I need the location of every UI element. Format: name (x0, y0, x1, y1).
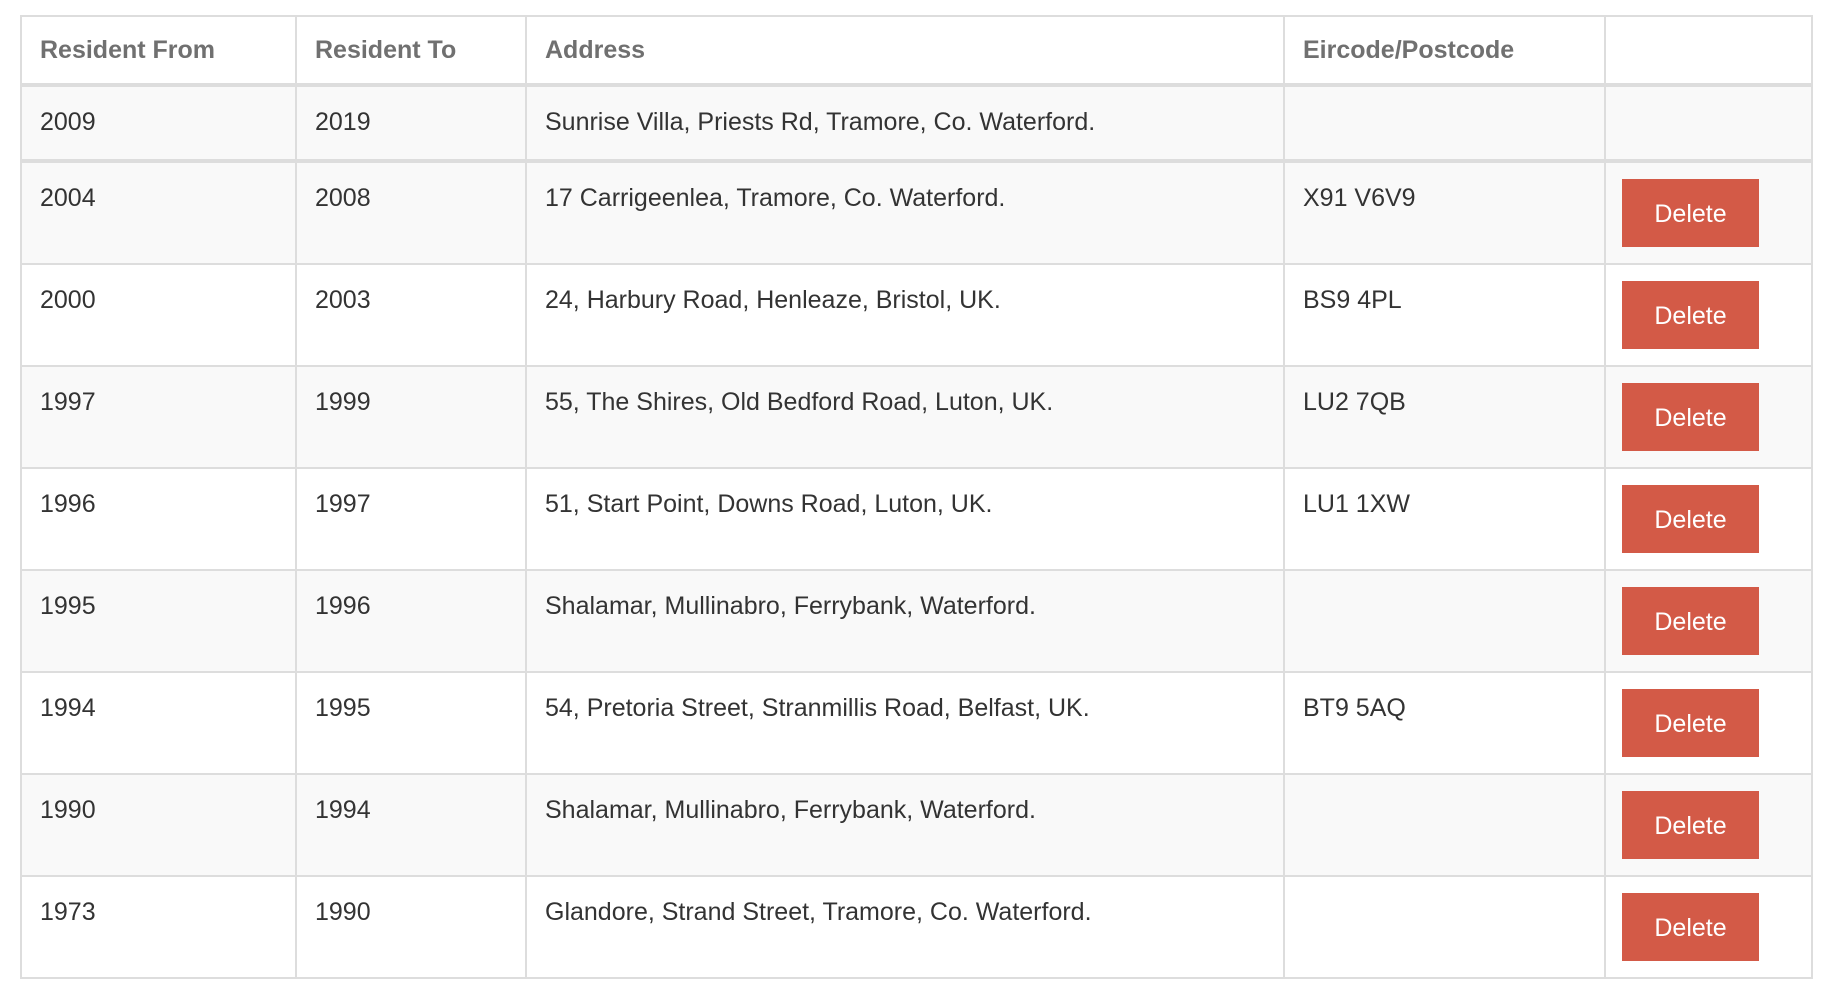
table-row: 2000 2003 24, Harbury Road, Henleaze, Bris… (20, 263, 1813, 367)
header-address: Address (525, 15, 1285, 87)
header-resident-to: Resident To (295, 15, 527, 87)
address: 54, Pretoria Street, Stranmillis Road, B… (525, 671, 1285, 775)
address: 51, Start Point, Downs Road, Luton, UK. (525, 467, 1285, 571)
address: 17 Carrigeenlea, Tramore, Co. Waterford. (525, 160, 1285, 265)
resident-to: 1999 (295, 365, 527, 469)
delete-button[interactable]: Delete (1622, 383, 1759, 451)
actions-cell: Delete (1604, 263, 1813, 367)
delete-button[interactable]: Delete (1622, 281, 1759, 349)
resident-from: 1996 (20, 467, 297, 571)
resident-from: 2004 (20, 160, 297, 265)
resident-to: 2003 (295, 263, 527, 367)
delete-button[interactable]: Delete (1622, 791, 1759, 859)
header-resident-from: Resident From (20, 15, 297, 87)
table-row: 1995 1996 Shalamar, Mullinabro, Ferrybank,… (20, 569, 1813, 673)
resident-to: 1997 (295, 467, 527, 571)
actions-cell: Delete (1604, 671, 1813, 775)
resident-to: 1995 (295, 671, 527, 775)
address: 24, Harbury Road, Henleaze, Bristol, UK. (525, 263, 1285, 367)
resident-from: 1990 (20, 773, 297, 877)
actions-cell: Delete (1604, 569, 1813, 673)
resident-from: 2009 (20, 84, 297, 163)
table-row: 1994 1995 54, Pretoria Street, Stranmillis… (20, 671, 1813, 775)
header-row: Resident From Resident To Address Eircod… (20, 15, 1813, 87)
resident-to: 2008 (295, 160, 527, 265)
resident-from: 2000 (20, 263, 297, 367)
address: Shalamar, Mullinabro, Ferrybank, Waterfo… (525, 773, 1285, 877)
postcode: LU1 1XW (1283, 467, 1606, 571)
delete-button[interactable]: Delete (1622, 689, 1759, 757)
resident-from: 1995 (20, 569, 297, 673)
address: Glandore, Strand Street, Tramore, Co. Wa… (525, 875, 1285, 979)
delete-button[interactable]: Delete (1622, 485, 1759, 553)
table-row: 1973 1990 Glandore, Strand Street, Tramore… (20, 875, 1813, 979)
address: 55, The Shires, Old Bedford Road, Luton,… (525, 365, 1285, 469)
table-row: 1990 1994 Shalamar, Mullinabro, Ferrybank,… (20, 773, 1813, 877)
table-row: 1997 1999 55, The Shires, Old Bedford Road… (20, 365, 1813, 469)
resident-to: 1990 (295, 875, 527, 979)
resident-from: 1997 (20, 365, 297, 469)
actions-cell: Delete (1604, 160, 1813, 265)
postcode: X91 V6V9 (1283, 160, 1606, 265)
address: Shalamar, Mullinabro, Ferrybank, Waterfo… (525, 569, 1285, 673)
table-row: 2004 2008 17 Carrigeenlea, Tramore, Co. Wa… (20, 160, 1813, 265)
delete-button[interactable]: Delete (1622, 179, 1759, 247)
current-address-row: 2009 2019 Sunrise Villa, Priests Rd, Tra… (20, 84, 1813, 163)
delete-button[interactable]: Delete (1622, 587, 1759, 655)
header-actions (1604, 15, 1813, 87)
delete-button[interactable]: Delete (1622, 893, 1759, 961)
resident-from: 1973 (20, 875, 297, 979)
actions-cell: Delete (1604, 365, 1813, 469)
address: Sunrise Villa, Priests Rd, Tramore, Co. … (525, 84, 1285, 163)
table-row: 1996 1997 51, Start Point, Downs Road, Lut… (20, 467, 1813, 571)
resident-to: 1994 (295, 773, 527, 877)
postcode (1283, 773, 1606, 877)
postcode (1283, 84, 1606, 163)
actions-cell (1604, 84, 1813, 163)
resident-from: 1994 (20, 671, 297, 775)
resident-to: 1996 (295, 569, 527, 673)
postcode: LU2 7QB (1283, 365, 1606, 469)
postcode: BS9 4PL (1283, 263, 1606, 367)
actions-cell: Delete (1604, 875, 1813, 979)
resident-to: 2019 (295, 84, 527, 163)
postcode (1283, 875, 1606, 979)
address-history-table: Resident From Resident To Address Eircod… (20, 15, 1813, 979)
actions-cell: Delete (1604, 467, 1813, 571)
actions-cell: Delete (1604, 773, 1813, 877)
postcode (1283, 569, 1606, 673)
header-postcode: Eircode/Postcode (1283, 15, 1606, 87)
postcode: BT9 5AQ (1283, 671, 1606, 775)
